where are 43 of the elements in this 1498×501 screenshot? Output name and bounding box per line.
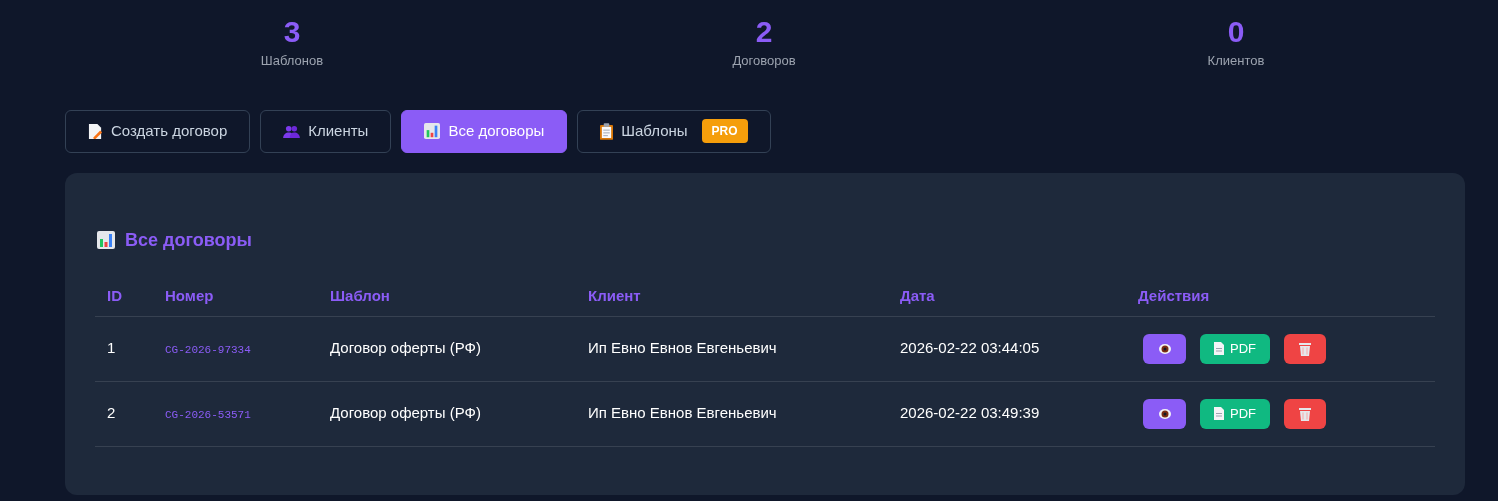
table-cell: Ип Евно Евнов Евгеньевич [588, 404, 777, 422]
tab[interactable]: Шаблоны PRO [577, 109, 771, 153]
document-icon [1214, 342, 1224, 355]
tab[interactable]: Клиенты [260, 109, 392, 153]
trash-icon [1299, 406, 1311, 421]
stat-value: 0 [1227, 14, 1245, 50]
table-cell: 2026-02-22 03:49:39 [900, 404, 1040, 422]
table-cell: 1 [107, 339, 116, 357]
table-cell: 2 [107, 404, 116, 422]
table-cell: 2026-02-22 03:44:05 [900, 339, 1040, 357]
eye-icon [1158, 408, 1171, 419]
bar-chart-icon [97, 231, 115, 249]
table-cell: Договор оферты (РФ) [330, 404, 481, 422]
delete-button[interactable] [1284, 398, 1326, 429]
stat-label: Клиентов [1207, 52, 1265, 70]
delete-button[interactable] [1284, 333, 1326, 364]
view-button[interactable] [1143, 398, 1186, 429]
stat-value: 2 [755, 14, 773, 50]
column-header: Шаблон [330, 286, 390, 304]
contract-number: CG-2026-97334 [165, 344, 251, 357]
eye-icon [1158, 343, 1171, 354]
document-pencil-icon [88, 122, 103, 140]
pro-badge: PRO [701, 119, 748, 143]
column-header: Дата [900, 286, 935, 304]
table-cell: Договор оферты (РФ) [330, 339, 481, 357]
view-button[interactable] [1143, 333, 1186, 364]
stat-label: Шаблонов [260, 52, 324, 70]
trash-icon [1299, 341, 1311, 356]
document-icon [1214, 407, 1224, 420]
tab[interactable]: Создать договор [65, 109, 251, 153]
people-icon [283, 124, 301, 138]
contract-number: CG-2026-53571 [165, 409, 251, 422]
column-header: Действия [1138, 286, 1210, 304]
panel-title: Все договоры [125, 228, 252, 252]
column-header: Клиент [588, 286, 641, 304]
stat-label: Договоров [732, 52, 796, 70]
clipboard-icon [600, 122, 614, 140]
column-header: ID [107, 286, 122, 304]
table-cell: Ип Евно Евнов Евгеньевич [588, 339, 777, 357]
tab[interactable]: Все договоры [401, 109, 568, 153]
column-header: Номер [165, 286, 214, 304]
bar-chart-icon [424, 123, 441, 139]
stat-value: 3 [283, 14, 301, 50]
